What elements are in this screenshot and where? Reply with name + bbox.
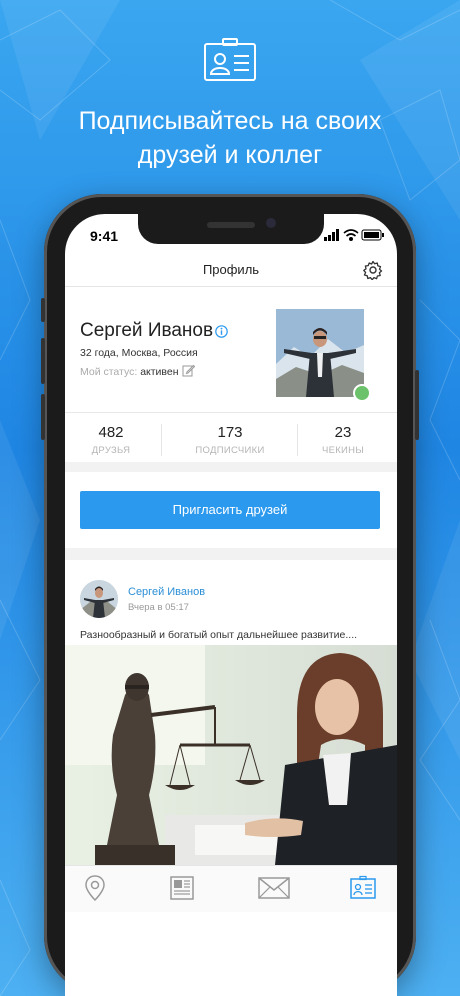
stat-label: ДРУЗЬЯ <box>91 445 131 456</box>
phone-side-button <box>415 370 419 440</box>
stat-separator <box>161 424 162 456</box>
phone-speaker <box>207 222 255 228</box>
marketing-headline: Подписывайтесь на своих друзей и коллег <box>78 107 382 169</box>
stat-value: 173 <box>217 424 243 441</box>
contact-card-icon <box>204 38 256 81</box>
phone-notch <box>138 214 324 244</box>
stat-label: ПОДПИСЧИКИ <box>195 445 265 456</box>
wifi-icon <box>343 229 359 242</box>
profile-card-icon[interactable] <box>348 873 378 903</box>
stat-followers[interactable]: 173 ПОДПИСЧИКИ <box>180 424 280 456</box>
post-photo <box>65 645 397 865</box>
divider <box>65 412 397 413</box>
edit-icon[interactable] <box>182 364 195 377</box>
post-author[interactable]: Сергей Иванов <box>128 586 205 598</box>
battery-icon <box>361 229 384 241</box>
invite-friends-button[interactable]: Пригласить друзей <box>80 491 380 529</box>
stat-label: ЧЕКИНЫ <box>321 445 365 456</box>
profile-meta: 32 года, Москва, Россия <box>80 347 198 359</box>
info-icon[interactable] <box>215 325 228 338</box>
profile-status: Мой статус: активен <box>80 366 179 378</box>
post-time: Вчера в 05:17 <box>128 602 189 613</box>
phone-side-button <box>41 298 45 322</box>
signal-icon <box>324 229 339 241</box>
post-avatar-photo <box>80 580 118 618</box>
page-title: Профиль <box>202 262 260 277</box>
profile-name: Сергей Иванов <box>80 320 214 341</box>
stat-value: 23 <box>334 424 352 441</box>
post-image[interactable] <box>65 645 397 865</box>
stat-value: 482 <box>98 424 124 441</box>
gear-icon[interactable] <box>363 260 383 280</box>
status-label: Мой статус: <box>80 366 138 378</box>
newspaper-icon[interactable] <box>167 873 197 903</box>
stat-checkins[interactable]: 23 ЧЕКИНЫ <box>293 424 393 456</box>
envelope-icon[interactable] <box>257 873 291 903</box>
post-text: Разнообразный и богатый опыт дальнейшее … <box>80 629 358 641</box>
nav-bar: Профиль <box>65 252 397 287</box>
phone-side-button <box>41 338 45 384</box>
post-avatar[interactable] <box>80 580 118 618</box>
section-separator <box>65 462 397 472</box>
phone-side-button <box>41 394 45 440</box>
online-indicator <box>353 384 371 402</box>
status-icons <box>324 229 384 242</box>
map-pin-icon[interactable] <box>80 873 110 903</box>
avatar-photo <box>276 309 364 397</box>
avatar[interactable] <box>276 309 364 397</box>
stat-friends[interactable]: 482 ДРУЗЬЯ <box>61 424 161 456</box>
status-bar-time: 9:41 <box>90 228 119 244</box>
section-separator <box>65 548 397 560</box>
status-value: активен <box>140 366 179 378</box>
phone-camera <box>266 218 276 228</box>
